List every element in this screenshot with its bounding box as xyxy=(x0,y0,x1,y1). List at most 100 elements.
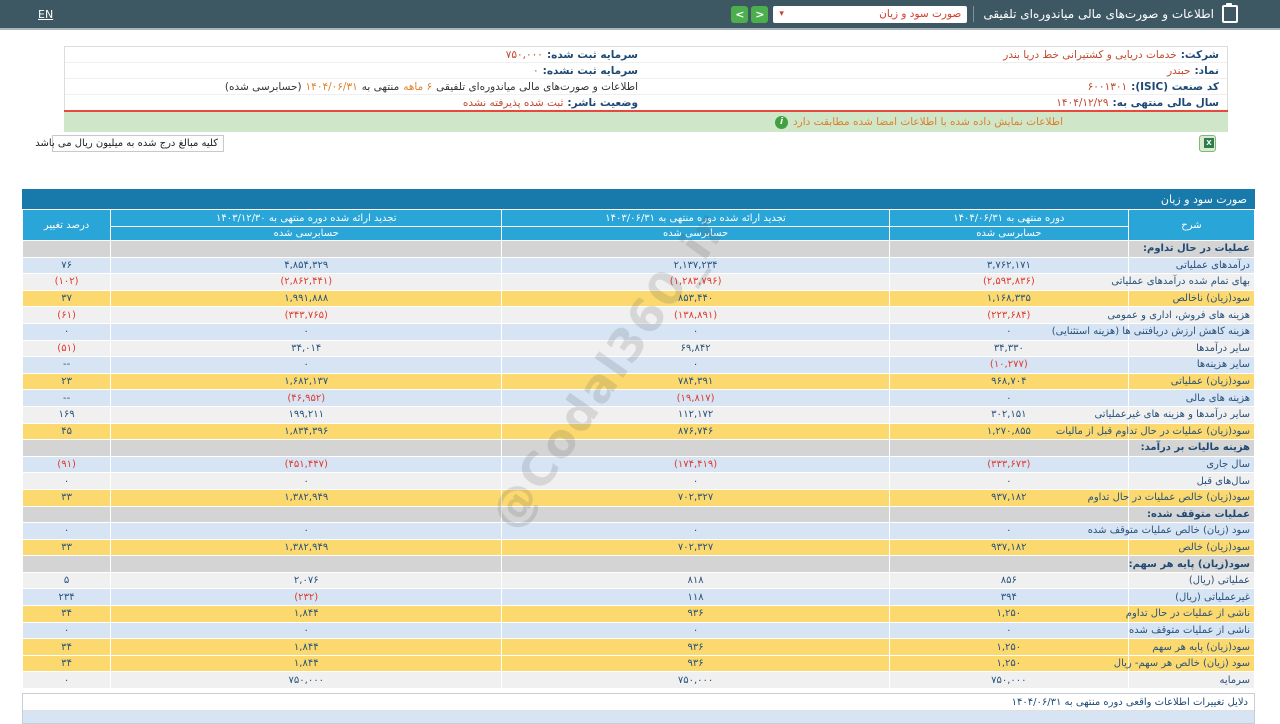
table-row: سایر درآمدها۳۴,۳۳۰۶۹,۸۴۲۳۴,۰۱۴(۵۱) xyxy=(23,341,1254,357)
symbol-value: حبندر xyxy=(1167,65,1190,77)
language-en-link[interactable]: EN xyxy=(38,8,53,21)
report-type-select[interactable]: صورت سود و زیان ▾ xyxy=(773,6,967,23)
header-row-audited: حسابرسی شده حسابرسی شده حسابرسی شده xyxy=(23,227,1254,240)
prev-report-button[interactable]: < xyxy=(731,6,748,23)
company-label: شرکت: xyxy=(1181,49,1219,61)
company-field: شرکت: خدمات دریایی و کشتیرانی خط دریا بن… xyxy=(646,49,1227,61)
excel-x-glyph: X xyxy=(1204,138,1214,148)
table-row: ناشی از عملیات در حال تداوم۱,۲۵۰۹۳۶۱,۸۴۴… xyxy=(23,606,1254,622)
period-text: اطلاعات و صورت‌های مالی میاندوره‌ای تلفی… xyxy=(436,81,638,93)
row-value: ۰ xyxy=(502,523,889,539)
navbar-separator xyxy=(973,6,974,22)
row-value: ۱,۲۵۰ xyxy=(890,639,1128,655)
row-label: سود(زیان) ناخالص xyxy=(1129,291,1254,307)
table-row: سود(زیان) عملیاتی۹۶۸,۷۰۴۷۸۴,۳۹۱۱,۶۸۲,۱۳۷… xyxy=(23,374,1254,390)
row-label: بهای تمام شده درآمدهای عملیاتی xyxy=(1129,274,1254,290)
row-label: سایر هزینه‌ها xyxy=(1129,357,1254,373)
note-row: کلیه مبالغ درج شده به میلیون ریال می باش… xyxy=(52,135,1216,152)
table-header: شرح دوره منتهی به ۱۴۰۴/۰۶/۳۱ تجدید ارائه… xyxy=(23,210,1254,240)
fiscal-year-field: سال مالی منتهی به: ۱۴۰۴/۱۲/۲۹ xyxy=(646,97,1227,109)
row-value: ۰ xyxy=(111,324,501,340)
table-row: سایر درآمدها و هزینه های غیرعملیاتی۳۰۲,۱… xyxy=(23,407,1254,423)
table-row: غیرعملیاتی (ریال)۳۹۴۱۱۸(۲۳۲)۲۳۴ xyxy=(23,589,1254,605)
row-value: (۳۴۳,۷۶۵) xyxy=(111,307,501,323)
table-row: هزینه های فروش، اداری و عمومی(۲۲۳,۶۸۴)(۱… xyxy=(23,307,1254,323)
info-row: شرکت: خدمات دریایی و کشتیرانی خط دریا بن… xyxy=(65,47,1227,63)
row-value: ۳۳ xyxy=(23,490,110,506)
audited-label: حسابرسی شده xyxy=(502,227,889,240)
row-value: ۷۵۰,۰۰۰ xyxy=(502,672,889,688)
row-value: ۳۳ xyxy=(23,540,110,556)
row-value: ۳۴ xyxy=(23,656,110,672)
row-value: ۲۳۴ xyxy=(23,589,110,605)
col-description: شرح xyxy=(1129,210,1254,240)
table-row: بهای تمام شده درآمدهای عملیاتی(۲,۵۹۳,۸۳۶… xyxy=(23,274,1254,290)
row-value xyxy=(502,241,889,257)
row-value: ۷۰۲,۳۲۷ xyxy=(502,540,889,556)
row-value xyxy=(502,556,889,572)
signature-match-notice: اطلاعات نمایش داده شده با اطلاعات امضا ش… xyxy=(64,112,1228,132)
row-value: (۴۵۱,۴۴۷) xyxy=(111,457,501,473)
fiscal-year-value: ۱۴۰۴/۱۲/۲۹ xyxy=(1056,97,1108,109)
section-row: سود(زیان) پایه هر سهم: xyxy=(23,556,1254,572)
section-row: عملیات متوقف شده: xyxy=(23,507,1254,523)
row-value xyxy=(23,440,110,456)
actuals-change-reasons-section: دلایل تغییرات اطلاعات واقعی دوره منتهی ب… xyxy=(22,693,1255,724)
row-value: -- xyxy=(23,357,110,373)
col-percent-change: درصد تغییر xyxy=(23,210,110,240)
excel-export-icon[interactable]: X xyxy=(1199,135,1216,152)
row-value: (۱۹,۸۱۷) xyxy=(502,390,889,406)
row-label: هزینه مالیات بر درآمد: xyxy=(1129,440,1254,456)
col-current-period: دوره منتهی به ۱۴۰۴/۰۶/۳۱ xyxy=(890,210,1128,226)
income-statement-body: عملیات در حال تداوم:درآمدهای عملیاتی۳,۷۶… xyxy=(23,241,1254,688)
row-label: عملیات در حال تداوم: xyxy=(1129,241,1254,257)
row-value: (۲۲۳,۶۸۴) xyxy=(890,307,1128,323)
col-restated-mid: تجدید ارائه شده دوره منتهی به ۱۴۰۳/۰۶/۳۱ xyxy=(502,210,889,226)
table-row: ناشی از عملیات متوقف شده۰۰۰۰ xyxy=(23,623,1254,639)
row-value: ۹۳۶ xyxy=(502,639,889,655)
row-label: درآمدهای عملیاتی xyxy=(1129,258,1254,274)
row-value: (۱۰۲) xyxy=(23,274,110,290)
row-value: ۴۵ xyxy=(23,424,110,440)
row-value: ۳۴,۳۳۰ xyxy=(890,341,1128,357)
table-row: سود (زیان) خالص هر سهم- ریال۱,۲۵۰۹۳۶۱,۸۴… xyxy=(23,656,1254,672)
row-value: ۸۱۸ xyxy=(502,573,889,589)
row-value: ۹۳۷,۱۸۲ xyxy=(890,540,1128,556)
row-value: ۰ xyxy=(23,324,110,340)
row-value: ۱,۹۹۱,۸۸۸ xyxy=(111,291,501,307)
row-value: ۱,۸۳۴,۳۹۶ xyxy=(111,424,501,440)
table-row: سود(زیان) عملیات در حال تداوم قبل از مال… xyxy=(23,424,1254,440)
table-row: درآمدهای عملیاتی۳,۷۶۲,۱۷۱۲,۱۳۷,۲۳۴۴,۸۵۴,… xyxy=(23,258,1254,274)
row-value: (۶۱) xyxy=(23,307,110,323)
row-value xyxy=(23,241,110,257)
capital-registered-value: ۷۵۰,۰۰۰ xyxy=(506,49,543,61)
row-value: (۱,۲۸۳,۷۹۶) xyxy=(502,274,889,290)
row-value: ۰ xyxy=(502,357,889,373)
audited-label: حسابرسی شده xyxy=(111,227,501,240)
row-value xyxy=(890,440,1128,456)
period-text: منتهی به xyxy=(362,81,399,93)
row-value: (۲۳۲) xyxy=(111,589,501,605)
row-label: سرمایه xyxy=(1129,672,1254,688)
capital-unregistered-field: سرمایه ثبت نشده: ۰ xyxy=(65,65,646,77)
row-value: ۰ xyxy=(502,473,889,489)
row-value: (۱۳۸,۸۹۱) xyxy=(502,307,889,323)
row-value: ۲۳ xyxy=(23,374,110,390)
row-value: ۳۰۲,۱۵۱ xyxy=(890,407,1128,423)
row-label: سود (زیان) خالص عملیات متوقف شده xyxy=(1129,523,1254,539)
income-statement-table: شرح دوره منتهی به ۱۴۰۴/۰۶/۳۱ تجدید ارائه… xyxy=(22,209,1255,689)
row-value: ۰ xyxy=(23,473,110,489)
next-report-button[interactable]: > xyxy=(751,6,768,23)
row-value: ۰ xyxy=(890,473,1128,489)
company-value: خدمات دریایی و کشتیرانی خط دریا بندر xyxy=(1003,49,1176,61)
row-label: سود(زیان) خالص عملیات در حال تداوم xyxy=(1129,490,1254,506)
row-value: ۷۵۰,۰۰۰ xyxy=(890,672,1128,688)
row-value: ۹۳۶ xyxy=(502,656,889,672)
row-value: ۴,۸۵۴,۳۲۹ xyxy=(111,258,501,274)
row-value xyxy=(23,556,110,572)
table-row: سال جاری(۳۳۳,۶۷۳)(۱۷۴,۴۱۹)(۴۵۱,۴۴۷)(۹۱) xyxy=(23,457,1254,473)
row-value: (۳۳۳,۶۷۳) xyxy=(890,457,1128,473)
row-label: غیرعملیاتی (ریال) xyxy=(1129,589,1254,605)
row-value: -- xyxy=(23,390,110,406)
table-row: سایر هزینه‌ها(۱۰,۲۷۷)۰۰-- xyxy=(23,357,1254,373)
